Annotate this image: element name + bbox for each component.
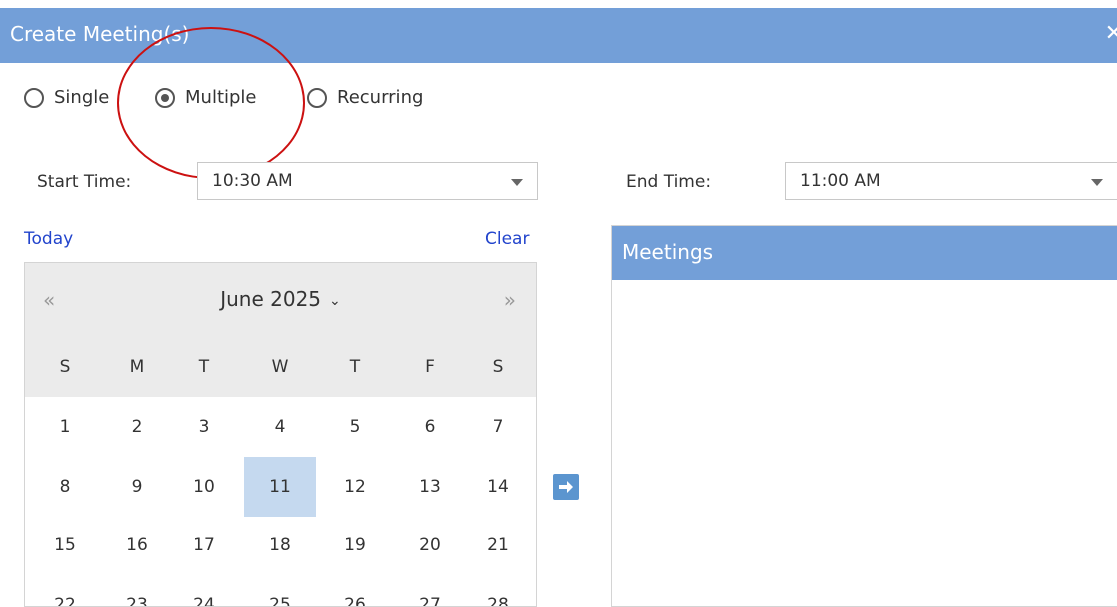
start-time-label: Start Time: xyxy=(37,172,132,192)
calendar-day[interactable]: 4 xyxy=(244,397,316,457)
meetings-panel-header: Meetings xyxy=(612,226,1117,280)
add-to-meetings-button[interactable] xyxy=(553,474,579,500)
weekday-header: F xyxy=(425,357,435,377)
today-link[interactable]: Today xyxy=(24,229,73,249)
calendar-day[interactable]: 2 xyxy=(101,397,173,457)
weekday-header: M xyxy=(129,357,145,377)
calendar-day[interactable]: 9 xyxy=(101,457,173,517)
calendar-day[interactable]: 21 xyxy=(462,515,534,575)
next-month-icon[interactable]: » xyxy=(504,288,516,312)
calendar-day[interactable]: 12 xyxy=(319,457,391,517)
calendar-day[interactable]: 18 xyxy=(244,515,316,575)
radio-multiple[interactable]: Multiple xyxy=(155,87,257,108)
calendar-day[interactable]: 6 xyxy=(394,397,466,457)
radio-label-single: Single xyxy=(54,87,110,108)
weekday-header: S xyxy=(59,357,71,377)
dialog-title: Create Meeting(s) xyxy=(10,22,190,46)
calendar-day[interactable]: 7 xyxy=(462,397,534,457)
weekday-header: W xyxy=(271,357,289,377)
calendar-day[interactable]: 26 xyxy=(319,575,391,606)
calendar-day[interactable]: 28 xyxy=(462,575,534,606)
calendar-day[interactable]: 14 xyxy=(462,457,534,517)
calendar-day[interactable]: 8 xyxy=(29,457,101,517)
calendar-day[interactable]: 24 xyxy=(168,575,240,606)
end-time-dropdown[interactable]: 11:00 AM xyxy=(785,162,1117,200)
calendar-day[interactable]: 25 xyxy=(244,575,316,606)
calendar-day[interactable]: 27 xyxy=(394,575,466,606)
month-selector[interactable]: June 2025 ⌄ xyxy=(25,287,536,311)
calendar-day[interactable]: 1 xyxy=(29,397,101,457)
radio-circle-single xyxy=(24,87,44,108)
weekday-header: T xyxy=(349,357,361,377)
dialog-titlebar: Create Meeting(s) ✕ xyxy=(0,8,1117,63)
start-time-value: 10:30 AM xyxy=(212,171,293,191)
meetings-panel: Meetings xyxy=(611,225,1117,607)
arrow-right-icon xyxy=(559,481,573,493)
meetings-panel-title: Meetings xyxy=(622,240,714,264)
calendar-day-selected[interactable]: 11 xyxy=(244,457,316,517)
radio-label-multiple: Multiple xyxy=(185,87,257,108)
calendar-day[interactable]: 15 xyxy=(29,515,101,575)
calendar-day[interactable]: 16 xyxy=(101,515,173,575)
end-time-value: 11:00 AM xyxy=(800,171,881,191)
start-time-dropdown[interactable]: 10:30 AM xyxy=(197,162,538,200)
calendar-day[interactable]: 20 xyxy=(394,515,466,575)
calendar-day[interactable]: 22 xyxy=(29,575,101,606)
weekday-header: T xyxy=(198,357,210,377)
radio-circle-multiple xyxy=(155,87,175,108)
calendar: « June 2025 ⌄ » S M T W T F S 1 2 3 4 5 6 7 8 9 10 11 12 13 1… xyxy=(24,262,537,607)
close-icon[interactable]: ✕ xyxy=(1105,21,1117,46)
calendar-day[interactable]: 13 xyxy=(394,457,466,517)
calendar-day[interactable]: 23 xyxy=(101,575,173,606)
radio-label-recurring: Recurring xyxy=(337,87,424,108)
caret-down-icon xyxy=(1091,179,1103,186)
radio-circle-recurring xyxy=(307,87,327,108)
clear-link[interactable]: Clear xyxy=(485,229,529,249)
radio-single[interactable]: Single xyxy=(24,87,109,108)
caret-down-icon xyxy=(511,179,523,186)
radio-recurring[interactable]: Recurring xyxy=(307,87,423,108)
calendar-day[interactable]: 3 xyxy=(168,397,240,457)
end-time-label: End Time: xyxy=(626,172,712,192)
chevron-down-icon: ⌄ xyxy=(329,292,341,309)
calendar-day[interactable]: 19 xyxy=(319,515,391,575)
calendar-day[interactable]: 10 xyxy=(168,457,240,517)
calendar-day[interactable]: 5 xyxy=(319,397,391,457)
calendar-day[interactable]: 17 xyxy=(168,515,240,575)
month-label: June 2025 xyxy=(220,287,322,311)
weekday-header: S xyxy=(492,357,504,377)
